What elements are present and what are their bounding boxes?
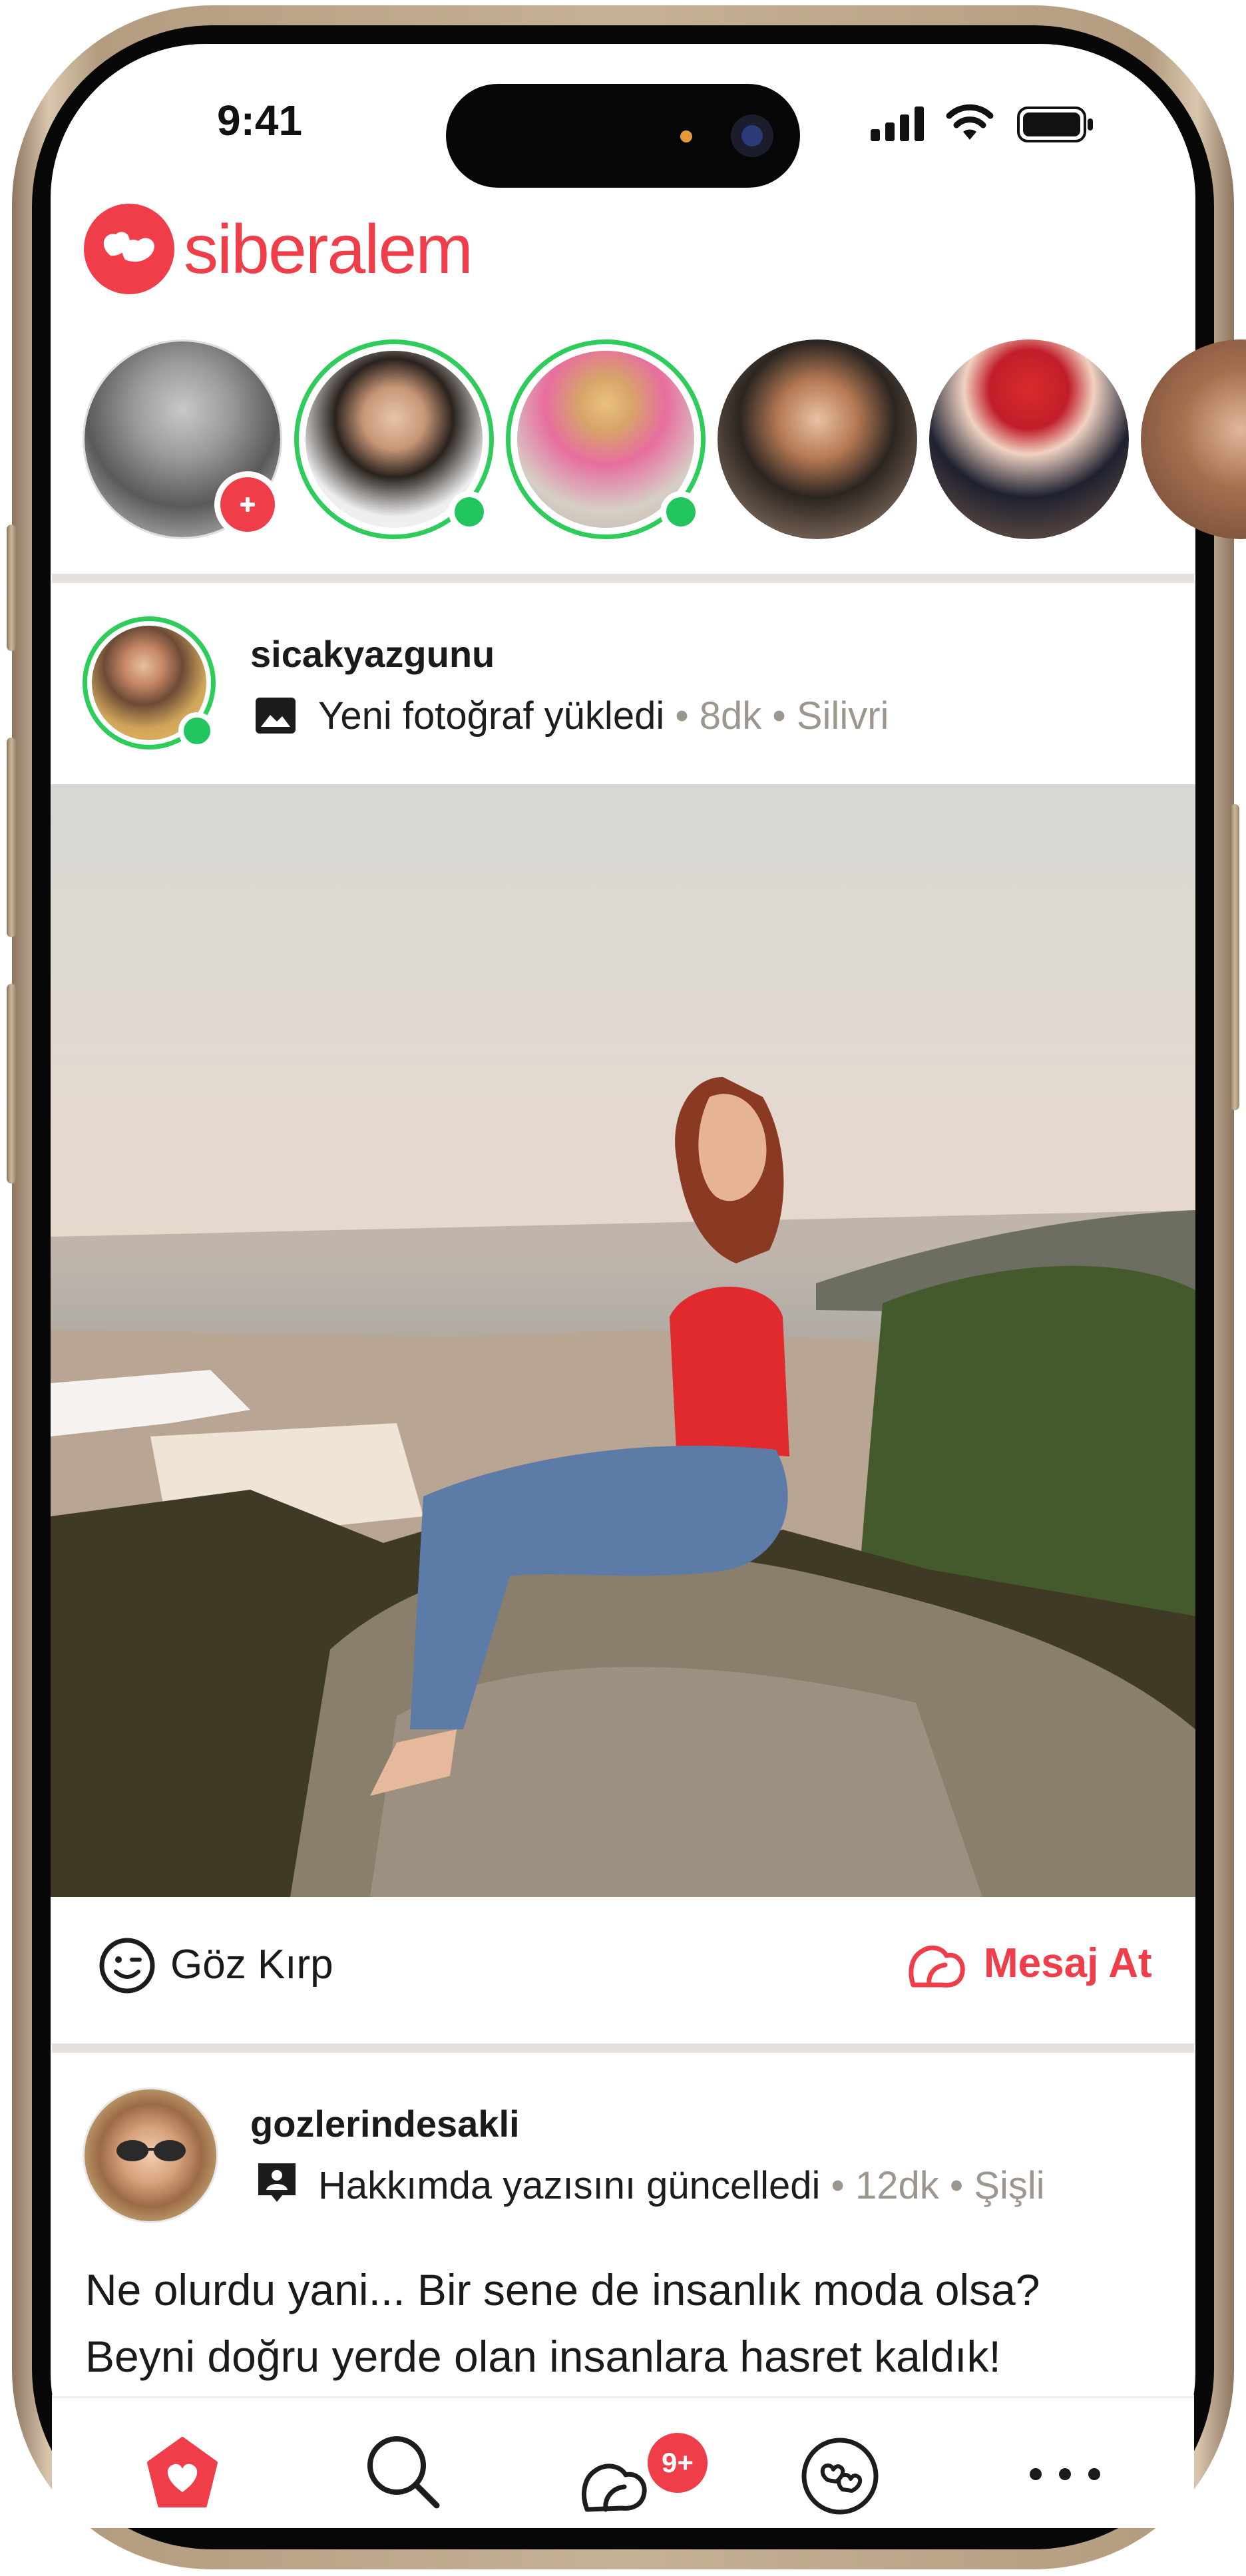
post-text-line: Beyni doğru yerde olan insanlara hasret …: [85, 2332, 1001, 2381]
post-photo[interactable]: [51, 784, 1195, 1897]
post-activity-line: Hakkımda yazısını güncelledi • 12dk • Şi…: [318, 2163, 1045, 2208]
signal-icon: [871, 107, 924, 141]
tab-bar-divider: [52, 2396, 1194, 2398]
power-button: [1230, 804, 1239, 1110]
story-item[interactable]: [718, 339, 917, 539]
chat-bubbles-icon[interactable]: [907, 1936, 968, 1993]
plus-icon: [240, 497, 255, 512]
action-button: [7, 525, 16, 651]
post-location[interactable]: Silivri: [797, 694, 889, 738]
volume-down-button: [7, 984, 16, 1183]
section-divider: [52, 2043, 1194, 2053]
section-divider: [52, 574, 1194, 583]
battery-icon: [1017, 107, 1093, 142]
tab-messages[interactable]: [580, 2450, 651, 2516]
post-avatar[interactable]: [83, 2087, 218, 2223]
online-indicator: [449, 491, 490, 533]
profile-card-icon: [258, 2163, 296, 2202]
message-button[interactable]: Mesaj At: [984, 1940, 1152, 1987]
wifi-icon: [946, 104, 994, 140]
status-time: 9:41: [217, 97, 303, 144]
wink-button[interactable]: Göz Kırp: [170, 1941, 333, 1988]
post-time: 8dk: [699, 694, 762, 738]
messages-badge: 9+: [643, 2428, 712, 2497]
tab-matches[interactable]: [800, 2436, 880, 2516]
tab-search[interactable]: [362, 2431, 442, 2511]
tab-more[interactable]: [1025, 2464, 1105, 2484]
smiley-icon[interactable]: [99, 1937, 156, 1994]
separator-dot: •: [772, 694, 786, 738]
add-story-button[interactable]: [214, 471, 281, 538]
separator-dot: •: [675, 694, 689, 738]
online-indicator: [178, 712, 216, 750]
post-location[interactable]: Şişli: [974, 2164, 1044, 2207]
post-username[interactable]: sicakyazgunu: [250, 632, 495, 676]
post-activity-text: Hakkımda yazısını güncelledi: [318, 2164, 821, 2207]
separator-dot: •: [831, 2164, 845, 2207]
separator-dot: •: [949, 2164, 964, 2207]
online-indicator: [660, 491, 702, 533]
post-activity-text: Yeni fotoğraf yükledi: [318, 694, 665, 738]
app-logo-text[interactable]: siberalem: [184, 210, 473, 290]
dynamic-island: [446, 84, 800, 188]
image-icon: [256, 698, 296, 734]
story-item[interactable]: [929, 339, 1129, 539]
post-text-line: Ne olurdu yani... Bir sene de insanlık m…: [85, 2265, 1040, 2314]
post-activity-line: Yeni fotoğraf yükledi • 8dk • Silivri: [318, 694, 889, 738]
post-text: Ne olurdu yani... Bir sene de insanlık m…: [85, 2256, 1177, 2390]
tab-home[interactable]: [145, 2436, 220, 2509]
volume-up-button: [7, 738, 16, 937]
app-logo-icon[interactable]: [84, 204, 174, 294]
post-username[interactable]: gozlerindesakli: [250, 2102, 520, 2145]
post-time: 12dk: [855, 2164, 939, 2207]
sunglasses-icon: [116, 2140, 186, 2161]
